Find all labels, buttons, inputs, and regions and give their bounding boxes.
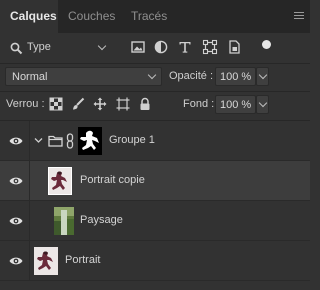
layer-row-paysage[interactable]: Paysage (0, 201, 310, 241)
tab-calques[interactable]: Calques (0, 0, 58, 33)
chain-link-icon[interactable] (66, 133, 74, 149)
panel-menu-icon[interactable] (294, 12, 304, 21)
visibility-toggle[interactable] (0, 161, 30, 201)
opacity-slider-button[interactable] (256, 67, 269, 86)
opacity-value: 100 % (220, 71, 252, 83)
layer-thumbnail[interactable] (48, 167, 72, 195)
search-icon (10, 42, 23, 55)
blend-mode-value: Normal (12, 71, 48, 83)
layer-name[interactable]: Groupe 1 (109, 134, 155, 146)
divider (0, 91, 310, 92)
chevron-down-icon (258, 70, 268, 80)
blend-row: Normal Opacité : 100 % (0, 65, 310, 89)
layer-row-groupe-1[interactable]: Groupe 1 (0, 121, 310, 161)
fill-field[interactable]: 100 % (215, 95, 256, 114)
layer-filter-row: Type (0, 33, 310, 63)
lock-row: Verrou : Fond : 100 % (0, 93, 310, 117)
layer-name[interactable]: Portrait copie (80, 174, 145, 186)
image-filter-icon[interactable] (130, 39, 146, 55)
filter-kind-label: Type (27, 41, 51, 53)
fill-slider-button[interactable] (256, 95, 269, 114)
panel-tab-bar: Calques Couches Tracés (0, 0, 310, 33)
lock-transparent-pixels-icon[interactable] (49, 97, 63, 111)
shape-filter-icon[interactable] (202, 39, 218, 55)
eye-icon (9, 137, 23, 145)
text-filter-icon[interactable] (177, 39, 193, 55)
chevron-down-icon[interactable] (34, 137, 43, 144)
fill-label: Fond : (183, 98, 215, 110)
lock-artboard-icon[interactable] (116, 97, 130, 111)
group-mask-thumbnail[interactable] (78, 127, 102, 155)
eye-icon (9, 217, 23, 225)
filter-kind-select[interactable]: Type (7, 39, 110, 57)
layer-name[interactable]: Portrait (65, 254, 100, 266)
chevron-down-icon (147, 70, 157, 80)
divider (0, 63, 310, 64)
layer-thumbnail[interactable] (34, 247, 58, 275)
tab-couches[interactable]: Couches (68, 0, 115, 33)
layer-row-portrait-copie[interactable]: Portrait copie (0, 161, 310, 201)
chevron-down-icon (258, 98, 268, 108)
smart-object-filter-icon[interactable] (226, 39, 242, 55)
eye-icon (9, 177, 23, 185)
blend-mode-select[interactable]: Normal (5, 67, 162, 86)
opacity-field[interactable]: 100 % (215, 67, 256, 86)
visibility-toggle[interactable] (0, 201, 30, 241)
adjustment-filter-icon[interactable] (153, 39, 169, 55)
visibility-toggle[interactable] (0, 121, 30, 161)
opacity-label: Opacité : (169, 70, 214, 82)
layer-row-portrait[interactable]: Portrait (0, 241, 310, 281)
visibility-toggle[interactable] (0, 241, 30, 281)
filter-toggle[interactable] (262, 40, 271, 49)
layer-name[interactable]: Paysage (80, 214, 123, 226)
folder-icon (48, 135, 63, 147)
eye-icon (9, 257, 23, 265)
lock-position-icon[interactable] (93, 97, 107, 111)
layer-thumbnail[interactable] (52, 207, 76, 235)
lock-all-icon[interactable] (138, 97, 152, 111)
tab-traces[interactable]: Tracés (131, 0, 167, 33)
lock-image-pixels-icon[interactable] (71, 97, 85, 111)
chevron-down-icon (97, 41, 107, 51)
fill-value: 100 % (220, 99, 252, 111)
lock-label: Verrou : (6, 98, 45, 110)
